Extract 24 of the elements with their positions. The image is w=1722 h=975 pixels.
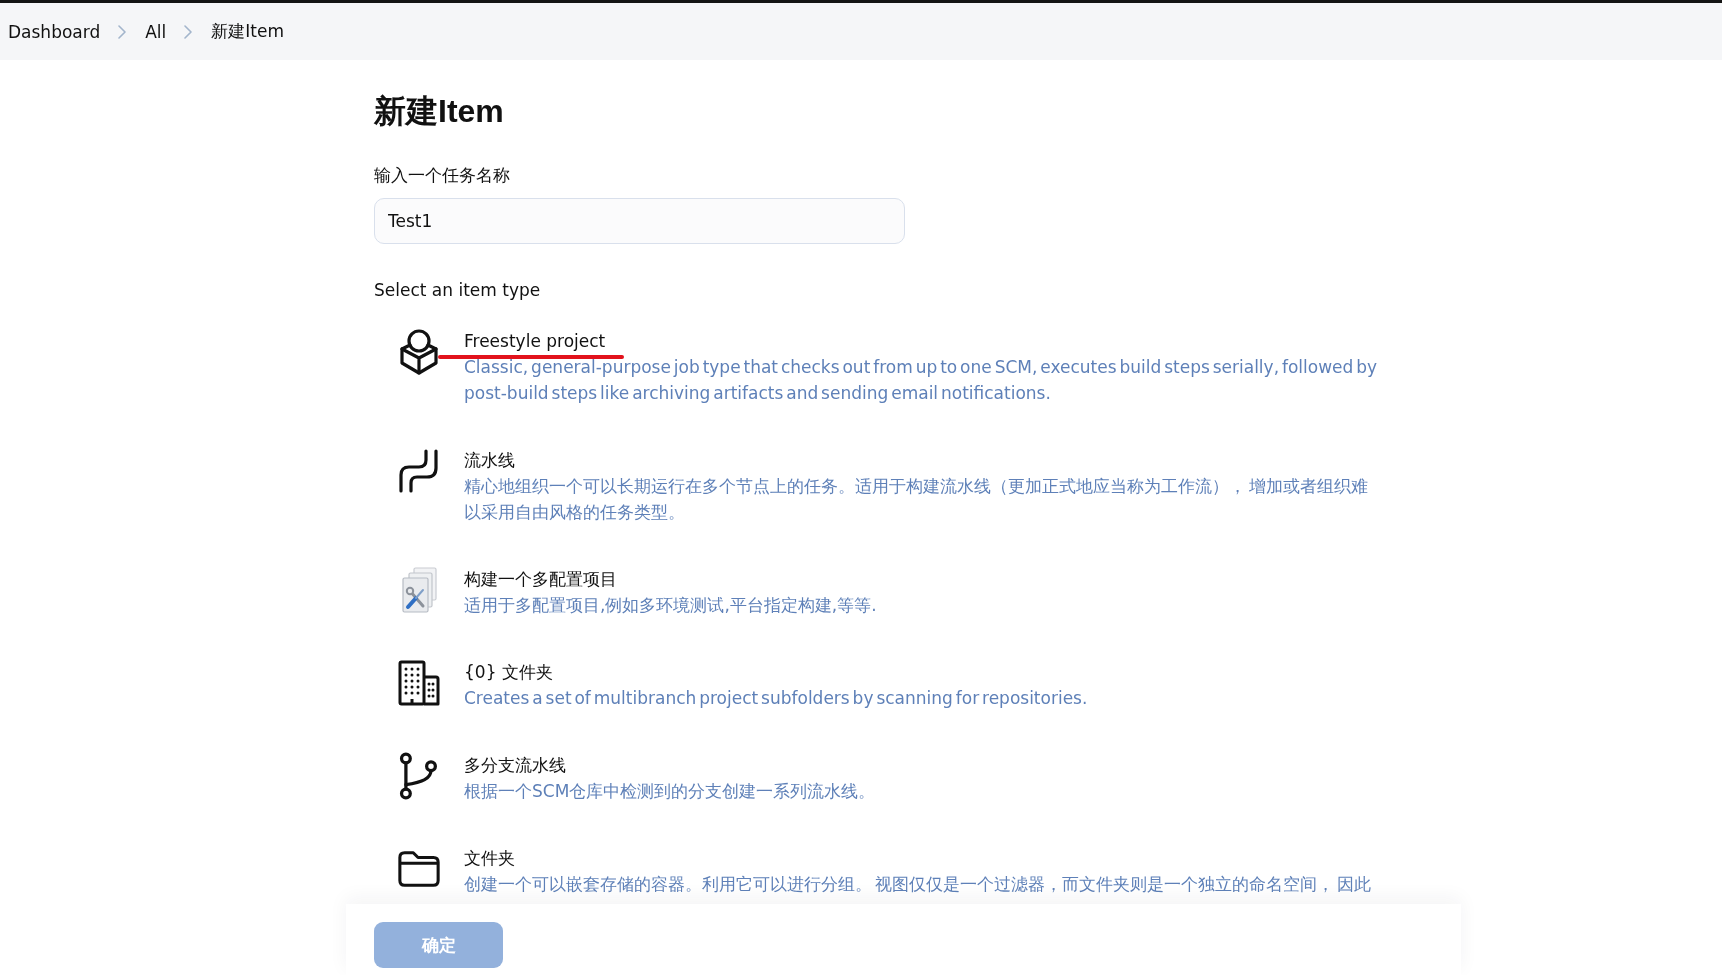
item-type-description: Classic, general-purpose job type that checks out from up to one SCM, executes build steps serially, followed by post-build steps like archiving artifacts and sending email notifications.: [464, 356, 1379, 405]
item-type-title[interactable]: 流水线: [464, 447, 1384, 473]
item-type-description: Creates a set of multibranch project subfolders by scanning for repositories.: [464, 687, 1089, 710]
pipeline-icon: [397, 447, 441, 495]
item-type-description: 创建一个可以嵌套存储的容器。利用它可以进行分组。 视图仅仅是一个过滤器，而文件夹则是一个独立的命名空间， 因此: [464, 873, 1372, 896]
item-type-title[interactable]: 构建一个多配置项目: [464, 566, 1384, 592]
item-type-description: 根据一个SCM仓库中检测到的分支创建一系列流水线。: [464, 780, 877, 803]
building-icon: [397, 659, 441, 707]
chevron-right-icon: [184, 24, 193, 39]
item-type-description: 精心地组织一个可以长期运行在多个节点上的任务。适用于构建流水线（更加正式地应当称为工作流）， 增加或者组织难以采用自由风格的任务类型。: [464, 475, 1369, 524]
breadcrumb-link[interactable]: 新建Item: [211, 20, 284, 43]
ball-on-box-icon: [397, 328, 441, 376]
item-type-title[interactable]: 文件夹: [464, 845, 1384, 871]
breadcrumb-link[interactable]: Dashboard: [8, 21, 101, 42]
item-type-description: 适用于多配置项目,例如多环境测试,平台指定构建,等等.: [464, 594, 878, 617]
task-name-input[interactable]: Test1: [374, 198, 905, 244]
page-title: 新建Item: [374, 92, 505, 131]
chevron-right-icon: [118, 24, 127, 39]
field-label: 输入一个任务名称: [374, 164, 511, 187]
item-type-title[interactable]: {0} 文件夹: [464, 659, 1384, 685]
item-type-title[interactable]: 多分支流水线: [464, 752, 1384, 778]
breadcrumb-link[interactable]: All: [145, 21, 167, 42]
item-type-title[interactable]: Freestyle project: [464, 328, 1384, 354]
section-heading: Select an item type: [374, 279, 542, 302]
